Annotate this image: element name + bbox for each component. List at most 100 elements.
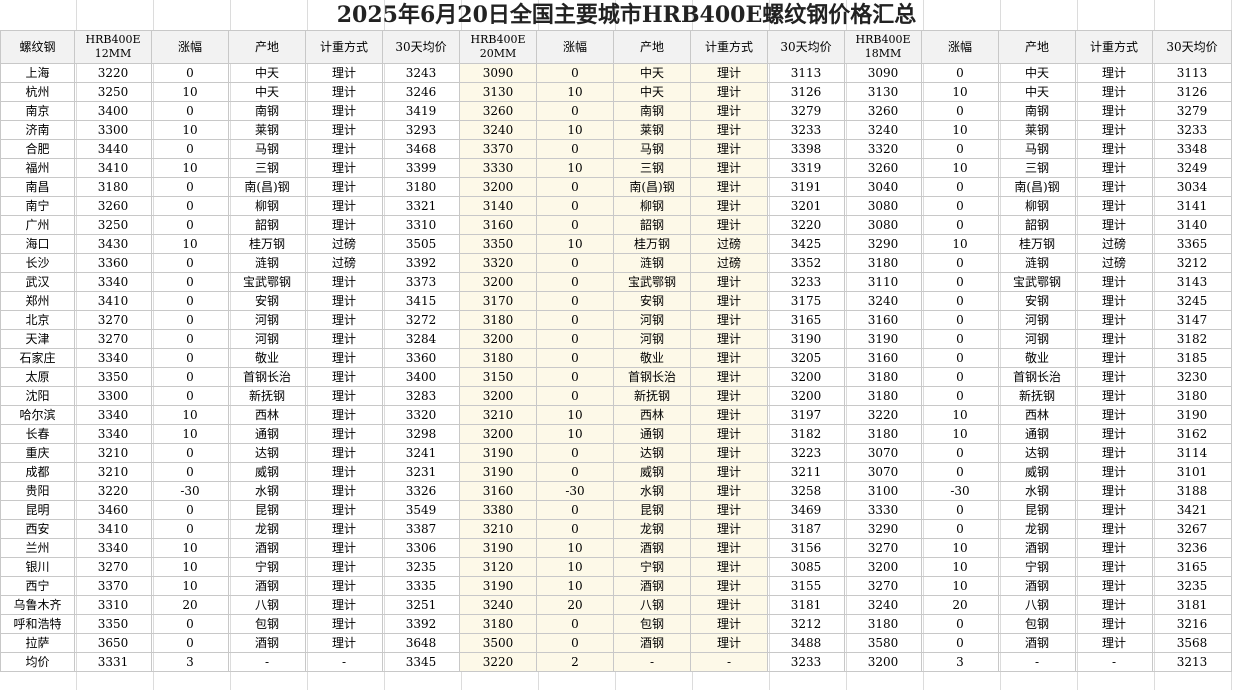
table-cell[interactable]: 宝武鄂钢 (998, 272, 1076, 292)
table-cell[interactable]: 理计 (305, 82, 383, 102)
table-cell[interactable]: 0 (151, 215, 229, 235)
table-cell[interactable]: 理计 (1075, 405, 1153, 425)
table-cell[interactable]: 3180 (844, 614, 922, 634)
table-cell[interactable]: 3392 (382, 253, 460, 273)
table-cell[interactable]: 达钢 (998, 443, 1076, 463)
table-cell[interactable]: 3070 (844, 462, 922, 482)
table-cell[interactable]: 3155 (767, 576, 845, 596)
table-cell[interactable]: 0 (536, 196, 614, 216)
table-cell[interactable]: 3260 (459, 101, 537, 121)
table-cell[interactable]: 0 (151, 614, 229, 634)
table-cell[interactable]: 0 (151, 101, 229, 121)
table-cell[interactable]: 3320 (459, 253, 537, 273)
table-cell[interactable]: 理计 (305, 101, 383, 121)
table-cell[interactable]: 3110 (844, 272, 922, 292)
column-header[interactable]: HRB400E 12MM (74, 30, 152, 64)
table-cell[interactable]: 3326 (382, 481, 460, 501)
table-cell[interactable]: 3410 (74, 291, 152, 311)
table-cell[interactable]: 3398 (767, 139, 845, 159)
table-cell[interactable]: 3 (921, 652, 999, 672)
table-cell[interactable]: 0 (536, 348, 614, 368)
table-cell[interactable]: 0 (536, 367, 614, 387)
table-cell[interactable]: 酒钢 (998, 633, 1076, 653)
table-cell[interactable]: 酒钢 (613, 633, 691, 653)
table-cell[interactable]: 3370 (459, 139, 537, 159)
table-cell[interactable]: 桂万钢 (613, 234, 691, 254)
table-cell[interactable]: 理计 (305, 614, 383, 634)
table-cell[interactable]: 威钢 (998, 462, 1076, 482)
table-cell[interactable]: 3191 (767, 177, 845, 197)
table-cell[interactable]: 包钢 (228, 614, 306, 634)
table-cell[interactable]: 0 (921, 310, 999, 330)
table-cell[interactable]: 桂万钢 (228, 234, 306, 254)
table-cell[interactable]: 10 (151, 82, 229, 102)
table-cell[interactable]: 0 (536, 633, 614, 653)
table-cell[interactable]: 3180 (459, 348, 537, 368)
table-cell[interactable]: 3399 (382, 158, 460, 178)
table-cell[interactable]: 3187 (767, 519, 845, 539)
table-cell[interactable]: 3488 (767, 633, 845, 653)
table-cell[interactable]: 0 (536, 519, 614, 539)
table-cell[interactable]: 3200 (459, 329, 537, 349)
table-cell[interactable]: 3160 (459, 215, 537, 235)
table-cell[interactable]: 理计 (690, 177, 768, 197)
table-cell[interactable]: 3430 (74, 234, 152, 254)
table-cell[interactable]: 理计 (690, 158, 768, 178)
table-cell[interactable]: 昆钢 (613, 500, 691, 520)
table-cell[interactable]: 理计 (1075, 291, 1153, 311)
table-cell[interactable]: 理计 (690, 557, 768, 577)
table-cell[interactable]: 中天 (228, 63, 306, 83)
table-cell[interactable]: 3283 (382, 386, 460, 406)
table-cell[interactable]: 理计 (305, 500, 383, 520)
city-cell[interactable]: 郑州 (0, 291, 75, 311)
table-cell[interactable]: 理计 (305, 405, 383, 425)
table-cell[interactable]: 3298 (382, 424, 460, 444)
table-cell[interactable]: 3249 (1152, 158, 1232, 178)
table-cell[interactable]: -30 (151, 481, 229, 501)
table-cell[interactable]: 3260 (844, 101, 922, 121)
city-cell[interactable]: 广州 (0, 215, 75, 235)
table-cell[interactable]: 3180 (844, 386, 922, 406)
table-cell[interactable]: 理计 (1075, 595, 1153, 615)
table-cell[interactable]: 理计 (305, 215, 383, 235)
table-cell[interactable]: 0 (536, 291, 614, 311)
table-cell[interactable]: 0 (921, 177, 999, 197)
table-cell[interactable]: 3200 (459, 272, 537, 292)
table-cell[interactable]: 3580 (844, 633, 922, 653)
city-cell[interactable]: 沈阳 (0, 386, 75, 406)
table-cell[interactable]: 3210 (74, 443, 152, 463)
column-header[interactable]: 涨幅 (921, 30, 999, 64)
table-cell[interactable]: 水钢 (613, 481, 691, 501)
city-cell[interactable]: 北京 (0, 310, 75, 330)
table-cell[interactable]: 3290 (844, 234, 922, 254)
table-cell[interactable]: 10 (921, 538, 999, 558)
table-cell[interactable]: 过磅 (1075, 234, 1153, 254)
table-cell[interactable]: 0 (151, 291, 229, 311)
table-cell[interactable]: 理计 (690, 481, 768, 501)
table-cell[interactable]: 0 (921, 500, 999, 520)
table-cell[interactable]: 20 (536, 595, 614, 615)
table-cell[interactable]: 3330 (459, 158, 537, 178)
table-cell[interactable]: 3165 (1152, 557, 1232, 577)
table-cell[interactable]: 3370 (74, 576, 152, 596)
table-cell[interactable]: 理计 (690, 139, 768, 159)
table-cell[interactable]: 南(昌)钢 (613, 177, 691, 197)
city-cell[interactable]: 南昌 (0, 177, 75, 197)
column-header[interactable]: 30天均价 (382, 30, 460, 64)
table-cell[interactable]: 八钢 (228, 595, 306, 615)
table-cell[interactable]: 3200 (767, 367, 845, 387)
table-cell[interactable]: 3180 (1152, 386, 1232, 406)
table-cell[interactable]: 理计 (1075, 82, 1153, 102)
table-cell[interactable]: 10 (921, 424, 999, 444)
table-cell[interactable]: 3200 (459, 386, 537, 406)
table-cell[interactable]: 理计 (690, 196, 768, 216)
table-cell[interactable]: 0 (151, 519, 229, 539)
table-cell[interactable]: 0 (151, 443, 229, 463)
table-cell[interactable]: 3200 (844, 652, 922, 672)
table-cell[interactable]: 3165 (767, 310, 845, 330)
table-cell[interactable]: 理计 (305, 462, 383, 482)
table-cell[interactable]: 酒钢 (228, 633, 306, 653)
table-cell[interactable]: 3321 (382, 196, 460, 216)
table-cell[interactable]: 3279 (767, 101, 845, 121)
table-cell[interactable]: - (998, 652, 1076, 672)
